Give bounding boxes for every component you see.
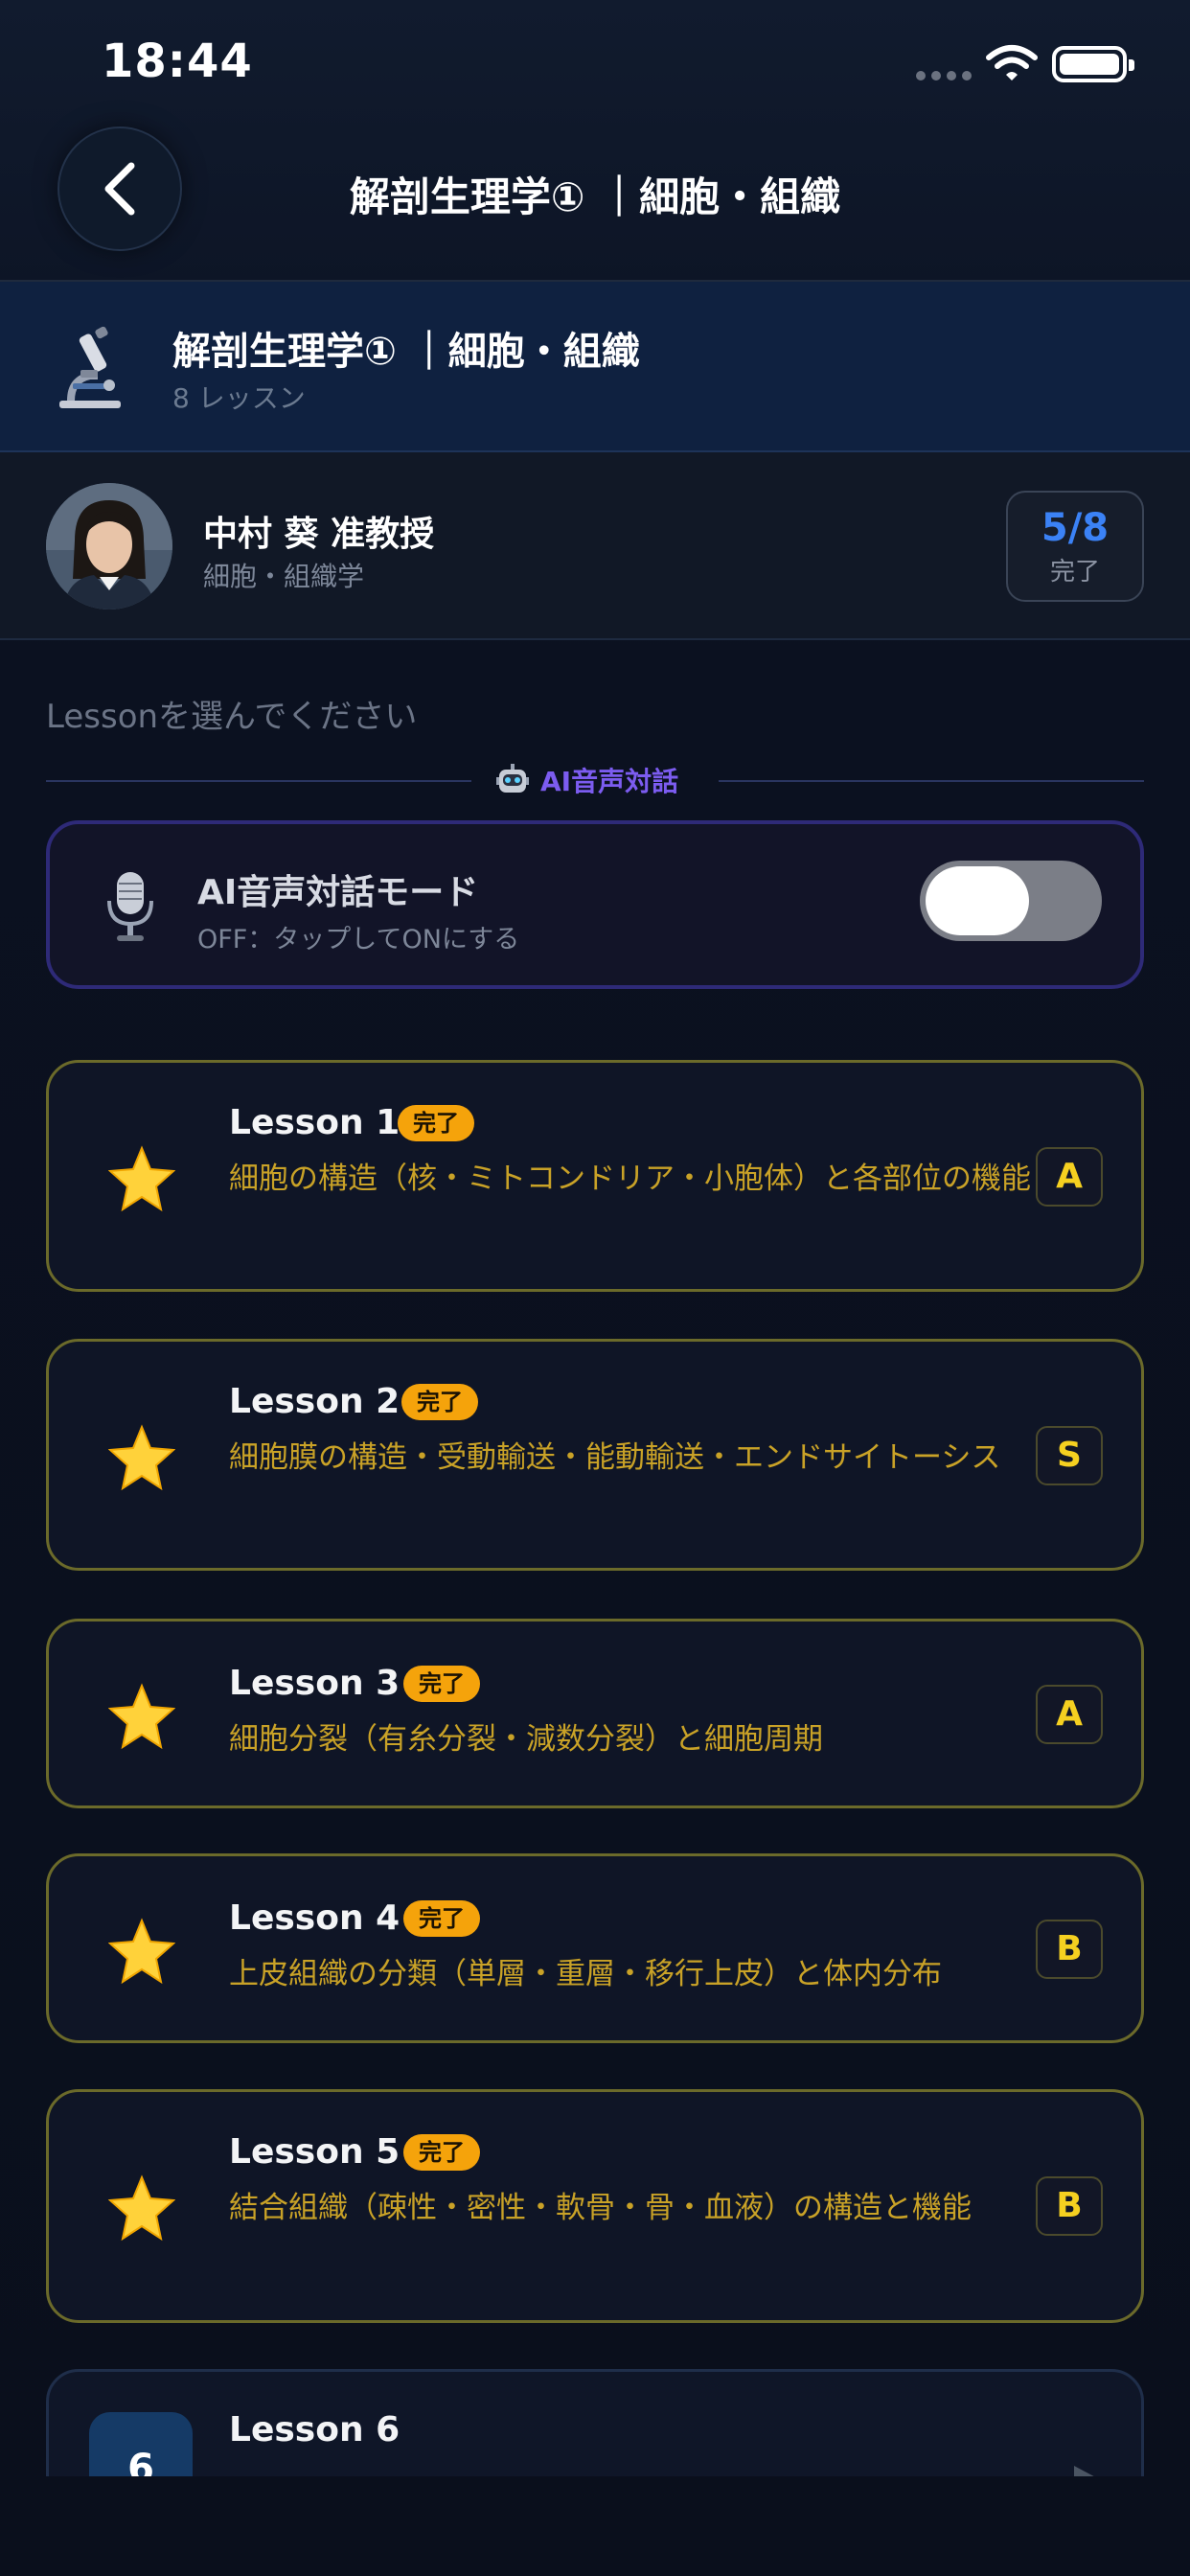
- status-time: 18:44: [102, 34, 253, 88]
- lesson-card-3[interactable]: Lesson 3 完了 細胞分裂（有糸分裂・減数分裂）と細胞周期 A: [46, 1619, 1144, 1808]
- grade-badge: A: [1036, 1685, 1103, 1744]
- lesson-card-1[interactable]: Lesson 1 完了 細胞の構造（核・ミトコンドリア・小胞体）と各部位の機能 …: [46, 1060, 1144, 1292]
- done-badge: 完了: [398, 1105, 474, 1141]
- star-icon: [108, 1918, 175, 1985]
- lesson-count: 8 レッスン: [172, 382, 306, 414]
- cellular-signal-icon: [916, 71, 972, 80]
- course-title: 解剖生理学① ｜細胞・組織: [172, 330, 640, 374]
- nav-header: 解剖生理学① ｜細胞・組織: [0, 115, 1190, 282]
- done-badge: 完了: [403, 1900, 480, 1937]
- grade-badge: B: [1036, 1920, 1103, 1979]
- lesson-select-screen: 18:44 解剖生理学① ｜細胞・組織 解剖生理学① ｜細胞・組織 8 レッスン…: [0, 0, 1190, 2576]
- star-icon: [108, 1145, 175, 1212]
- ai-section-divider: AI音声対話: [46, 757, 1144, 805]
- grade-badge: A: [1036, 1147, 1103, 1207]
- lesson-description: 細胞分裂（有糸分裂・減数分裂）と細胞周期: [229, 1722, 823, 1757]
- lesson-card-5[interactable]: Lesson 5 完了 結合組織（疎性・密性・軟骨・骨・血液）の構造と機能 B: [46, 2089, 1144, 2323]
- instructor-name: 中村 葵 准教授: [203, 515, 435, 554]
- star-icon: [108, 1683, 175, 1750]
- grade-badge: B: [1036, 2176, 1103, 2236]
- toggle-knob: [926, 866, 1029, 935]
- ai-section-label: AI音声対話: [540, 766, 679, 797]
- ai-mode-toggle[interactable]: [920, 861, 1102, 941]
- lesson-card-4[interactable]: Lesson 4 完了 上皮組織の分類（単層・重層・移行上皮）と体内分布 B: [46, 1853, 1144, 2043]
- lesson-title: Lesson 2: [229, 1382, 400, 1421]
- lesson-title: Lesson 1: [229, 1103, 400, 1142]
- lesson-description: 細胞の構造（核・ミトコンドリア・小胞体）と各部位の機能: [229, 1162, 1031, 1196]
- lesson-title: Lesson 4: [229, 1898, 400, 1938]
- grade-badge: S: [1036, 1426, 1103, 1485]
- done-badge: 完了: [403, 2134, 480, 2171]
- course-banner: 解剖生理学① ｜細胞・組織 8 レッスン: [0, 282, 1190, 452]
- lesson-description: 細胞膜の構造・受動輸送・能動輸送・エンドサイトーシス: [229, 1440, 1001, 1475]
- progress-box: 5/8 完了: [1006, 491, 1144, 602]
- avatar: [46, 483, 172, 610]
- progress-value: 5/8: [1041, 506, 1110, 550]
- robot-icon: [496, 764, 529, 793]
- bottom-area: [0, 2476, 1190, 2576]
- status-bar: 18:44: [0, 0, 1190, 134]
- star-icon: [108, 1424, 175, 1491]
- instructor-field: 細胞・組織学: [203, 561, 365, 592]
- lesson-title: Lesson 6: [229, 2410, 400, 2450]
- page-title: 解剖生理学① ｜細胞・組織: [349, 173, 841, 220]
- lesson-card-2[interactable]: Lesson 2 完了 細胞膜の構造・受動輸送・能動輸送・エンドサイトーシス S: [46, 1339, 1144, 1571]
- instructor-row: 中村 葵 准教授 細胞・組織学 5/8 完了: [0, 452, 1190, 640]
- lesson-title: Lesson 5: [229, 2132, 400, 2172]
- microscope-icon: [59, 326, 121, 408]
- microphone-icon: [107, 872, 153, 941]
- ai-voice-mode-card[interactable]: AI音声対話モード OFF：タップしてONにする: [46, 820, 1144, 989]
- done-badge: 完了: [403, 1666, 480, 1702]
- ai-mode-subtitle: OFF：タップしてONにする: [197, 925, 520, 954]
- star-icon: [108, 2174, 175, 2242]
- wifi-icon: [986, 45, 1038, 80]
- battery-icon: [1052, 46, 1134, 82]
- ai-mode-title: AI音声対話モード: [197, 873, 479, 912]
- lesson-description: 上皮組織の分類（単層・重層・移行上皮）と体内分布: [229, 1957, 942, 1991]
- lesson-description: 結合組織（疎性・密性・軟骨・骨・血液）の構造と機能: [229, 2191, 972, 2225]
- done-badge: 完了: [401, 1384, 478, 1420]
- select-lesson-prompt: Lessonを選んでください: [46, 698, 418, 736]
- progress-label: 完了: [1049, 558, 1100, 586]
- lesson-title: Lesson 3: [229, 1664, 400, 1703]
